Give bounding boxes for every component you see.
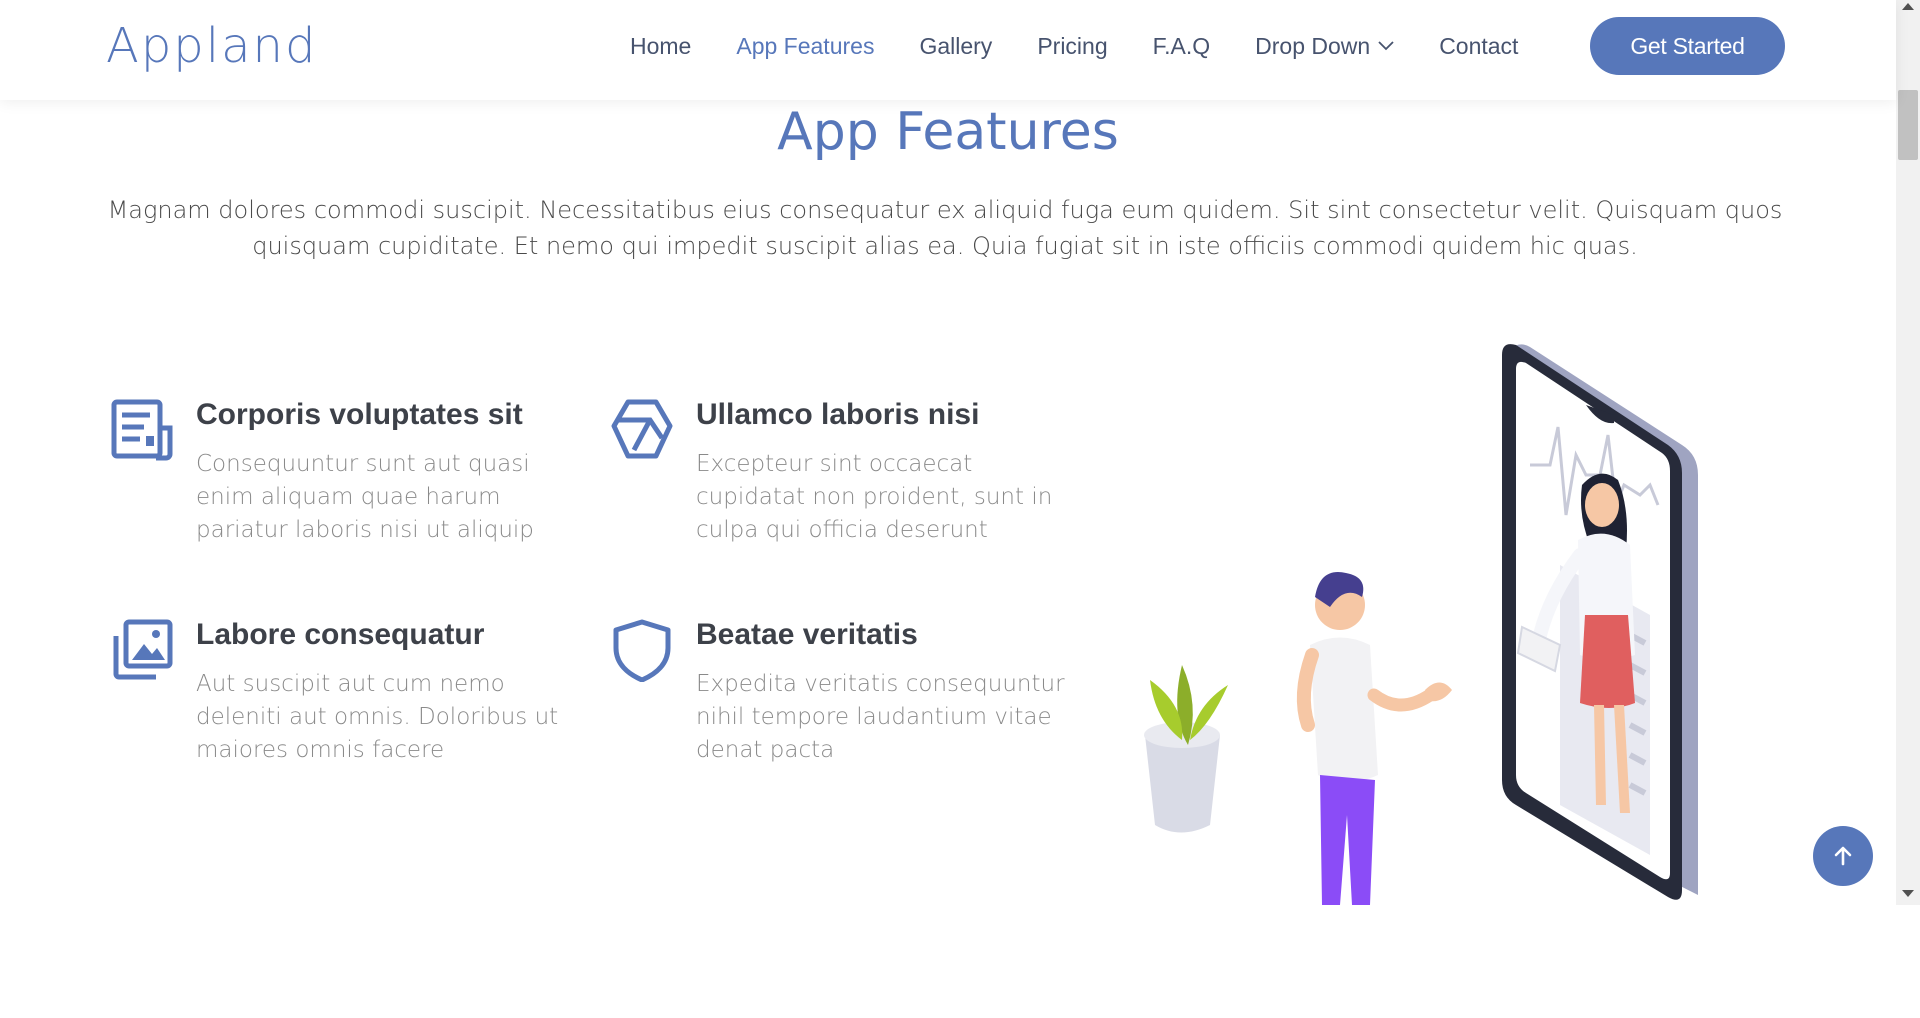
news-icon xyxy=(111,399,173,461)
nav-item-pricing[interactable]: Pricing xyxy=(1037,33,1107,60)
back-to-top-button[interactable] xyxy=(1813,826,1873,886)
box-icon xyxy=(611,399,673,459)
scroll-up-arrow-icon[interactable] xyxy=(1902,3,1914,10)
chevron-down-icon xyxy=(1378,41,1394,51)
section-description: Magnam dolores commodi suscipit. Necessi… xyxy=(107,196,1783,260)
nav-item-drop-down[interactable]: Drop Down xyxy=(1255,33,1394,60)
site-header: Appland Home App Features Gallery Pricin… xyxy=(0,0,1896,100)
shield-icon xyxy=(613,619,671,682)
nav-item-contact[interactable]: Contact xyxy=(1439,33,1518,60)
nav-item-gallery[interactable]: Gallery xyxy=(919,33,992,60)
feature-title: Ullamco laboris nisi xyxy=(696,398,980,431)
feature-title: Labore consequatur xyxy=(196,618,485,651)
nav-item-faq[interactable]: F.A.Q xyxy=(1153,33,1211,60)
doctor-phone-illustration xyxy=(1144,344,1698,905)
plant-pot-image xyxy=(1144,665,1228,833)
nav-item-home[interactable]: Home xyxy=(630,33,691,60)
feature-title: Beatae veritatis xyxy=(696,618,918,651)
images-icon xyxy=(113,619,173,680)
feature-text: Excepteur sint occaecat cupidatat non pr… xyxy=(696,451,1053,543)
feature-title: Corporis voluptates sit xyxy=(196,398,523,431)
feature-text: Expedita veritatis consequuntur nihil te… xyxy=(696,671,1065,763)
scroll-thumb[interactable] xyxy=(1898,90,1918,160)
page-scrollbar[interactable] xyxy=(1896,0,1920,905)
section-title: App Features xyxy=(777,102,1119,162)
nav-item-drop-down-label: Drop Down xyxy=(1255,32,1371,59)
feature-text: Aut suscipit aut cum nemo deleniti aut o… xyxy=(196,671,559,763)
feature-text: Consequuntur sunt aut quasi enim aliquam… xyxy=(196,451,534,543)
nav-item-app-features[interactable]: App Features xyxy=(736,33,874,60)
scroll-down-arrow-icon[interactable] xyxy=(1902,890,1914,897)
get-started-button[interactable]: Get Started xyxy=(1590,17,1785,75)
arrow-up-icon xyxy=(1834,846,1852,866)
main-nav: Home App Features Gallery Pricing F.A.Q … xyxy=(630,0,1563,92)
site-logo[interactable]: Appland xyxy=(106,18,317,74)
man-figure-image xyxy=(1296,572,1452,905)
